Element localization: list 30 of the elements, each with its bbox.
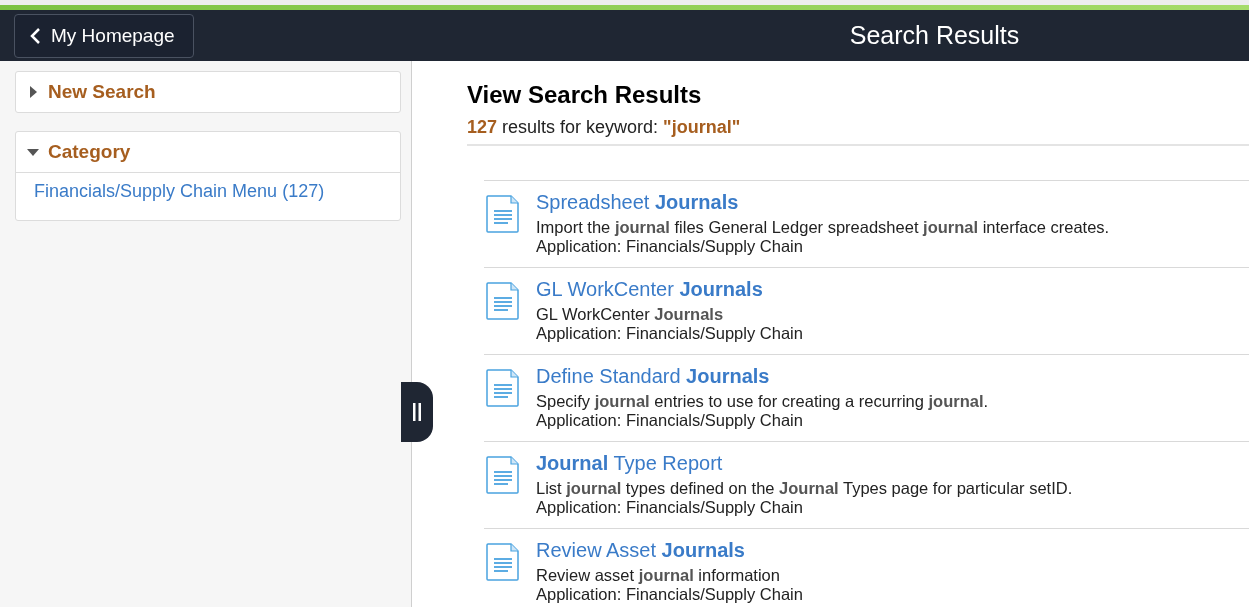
result-application: Application: Financials/Supply Chain — [536, 411, 804, 430]
result-application: Application: Financials/Supply Chain — [536, 237, 804, 256]
result-title-link[interactable]: Spreadsheet Journals — [536, 191, 1110, 214]
result-description: Import the journal files General Ledger spreadsheet journal interface creates. — [536, 218, 1110, 237]
panel-collapse-handle[interactable] — [401, 382, 433, 442]
results-heading: View Search Results — [467, 81, 703, 109]
result-title-link[interactable]: Journal Type Report — [536, 452, 1073, 475]
chevron-left-icon — [29, 26, 41, 45]
document-icon — [486, 195, 520, 233]
result-description: Review asset journal information — [536, 566, 781, 585]
section-header[interactable]: Category — [16, 132, 400, 172]
document-icon — [486, 456, 520, 494]
result-title-link[interactable]: GL WorkCenter Journals — [536, 278, 803, 301]
pause-bars-icon — [412, 403, 422, 421]
result-application: Application: Financials/Supply Chain — [536, 324, 803, 343]
document-icon — [486, 282, 520, 320]
result-application: Application: Financials/Supply Chain — [536, 498, 804, 517]
page-title: Search Results — [849, 21, 1020, 50]
back-button[interactable]: My Homepage — [14, 13, 194, 58]
result-application: Application: Financials/Supply Chain — [536, 585, 803, 604]
result-title-link[interactable]: Define Standard Journals — [536, 365, 989, 388]
result-description: GL WorkCenter Journals — [536, 305, 725, 324]
result-description: List journal types defined on the Journal Types page for particular setID. — [536, 479, 1073, 498]
category-link[interactable]: Financials/Supply Chain Menu (127) — [34, 181, 325, 201]
result-title-link[interactable]: Review Asset Journals — [536, 539, 803, 562]
document-icon — [486, 369, 520, 407]
section-header[interactable]: New Search — [16, 72, 400, 112]
results-summary: 127 results for keyword: "journal" — [467, 117, 741, 137]
result-description: Specify journal entries to use for creating a recurring journal. — [536, 392, 989, 411]
document-icon — [486, 543, 520, 581]
